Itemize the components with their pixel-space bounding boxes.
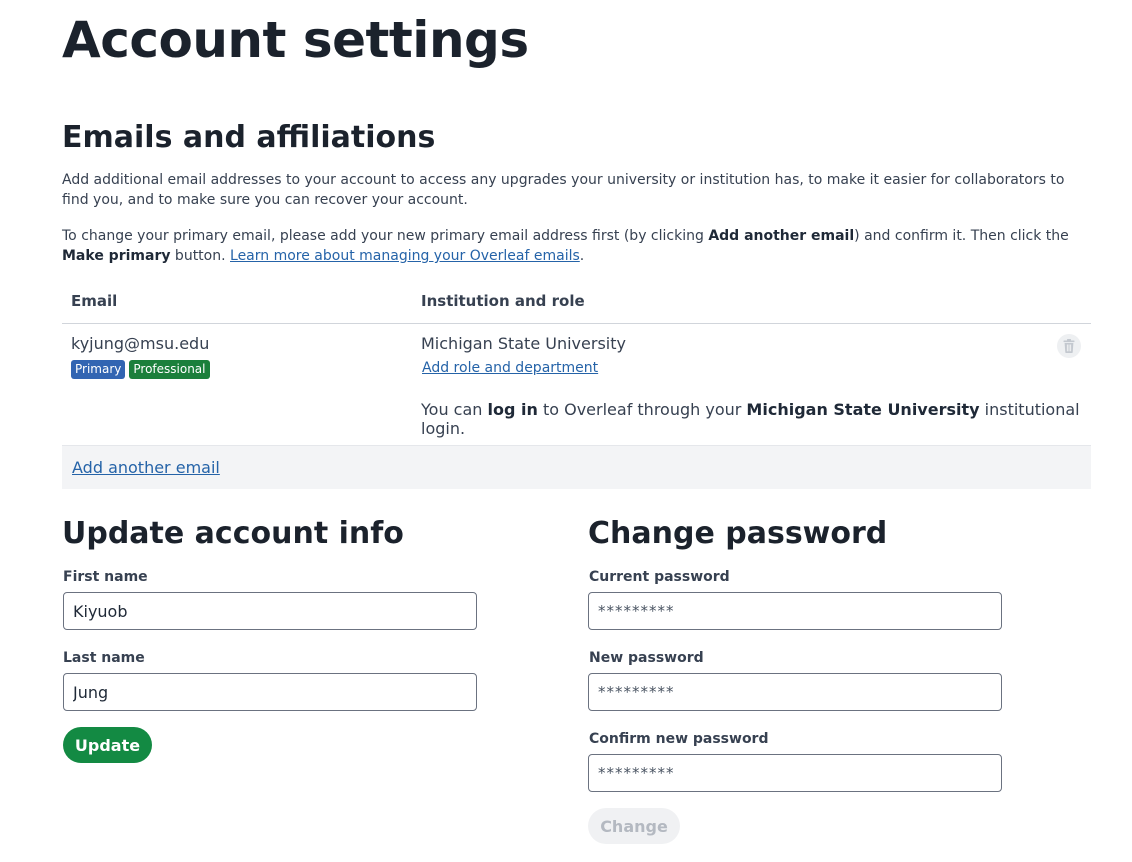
- emails-table-header: Email Institution and role: [62, 282, 1091, 324]
- column-header-email: Email: [71, 292, 118, 310]
- learn-more-emails-link[interactable]: Learn more about managing your Overleaf …: [230, 248, 580, 264]
- table-row: kyjung@msu.edu Primary Professional Mich…: [62, 324, 1091, 446]
- email-badges: Primary Professional: [71, 360, 210, 379]
- institution-name: Michigan State University: [421, 334, 626, 353]
- add-role-department-link[interactable]: Add role and department: [422, 360, 598, 376]
- current-password-input[interactable]: [588, 592, 1002, 630]
- last-name-label: Last name: [63, 650, 145, 666]
- page-title: Account settings: [62, 11, 529, 69]
- primary-badge: Primary: [71, 360, 126, 379]
- column-header-institution: Institution and role: [421, 292, 585, 310]
- first-name-input[interactable]: [63, 592, 477, 630]
- update-button[interactable]: Update: [63, 727, 152, 763]
- confirm-password-input[interactable]: [588, 754, 1002, 792]
- trash-icon: [1063, 339, 1075, 353]
- account-info-title: Update account info: [62, 516, 404, 551]
- primary-email-note: To change your primary email, please add…: [62, 228, 1069, 264]
- account-settings-page: Account settings Emails and affiliations…: [0, 0, 1132, 862]
- new-password-input[interactable]: [588, 673, 1002, 711]
- add-another-email-link[interactable]: Add another email: [72, 458, 220, 477]
- emails-section-title: Emails and affiliations: [62, 120, 436, 155]
- first-name-label: First name: [63, 569, 148, 585]
- professional-badge: Professional: [129, 360, 210, 379]
- email-address: kyjung@msu.edu: [71, 334, 210, 353]
- add-email-bar: Add another email: [62, 446, 1091, 489]
- change-password-button[interactable]: Change: [588, 808, 680, 844]
- change-password-title: Change password: [588, 516, 888, 551]
- delete-email-button[interactable]: [1057, 334, 1081, 358]
- emails-intro-text: Add additional email addresses to your a…: [62, 172, 1065, 208]
- new-password-label: New password: [589, 650, 704, 666]
- last-name-input[interactable]: [63, 673, 477, 711]
- institutional-login-note: You can log in to Overleaf through your …: [421, 400, 1080, 438]
- current-password-label: Current password: [589, 569, 730, 585]
- confirm-password-label: Confirm new password: [589, 731, 769, 747]
